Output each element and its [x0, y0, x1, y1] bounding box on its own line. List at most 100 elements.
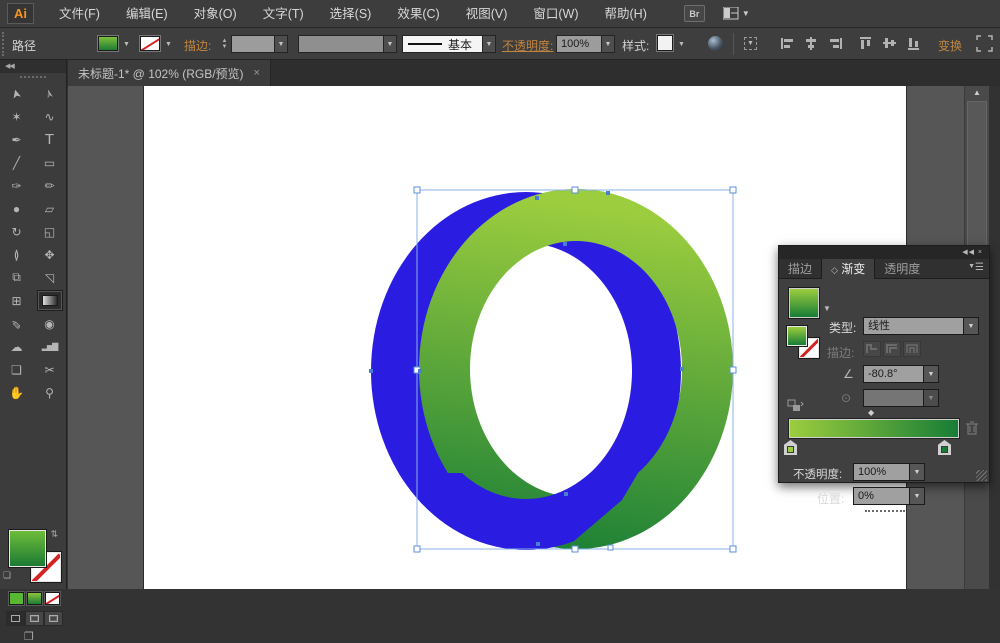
gradient-midpoint-marker[interactable]: ◆ — [868, 408, 874, 417]
fill-color-swatch[interactable] — [98, 36, 118, 51]
bridge-button[interactable]: Br — [684, 5, 705, 22]
workspace-switcher-button[interactable]: ▼ — [723, 7, 750, 20]
gradient-stop-light[interactable] — [784, 440, 797, 455]
stroke-weight-input[interactable] — [231, 35, 275, 53]
mesh-tool[interactable]: ⊞ — [4, 290, 30, 311]
gradient-panel[interactable]: ◀◀ × 描边 ◇ 渐变 透明度 ▼☰ ▼ 类型: 线性 ▼ 描边: ∠ -80… — [778, 245, 990, 483]
align-center-vertical-icon[interactable] — [882, 36, 897, 51]
menu-help[interactable]: 帮助(H) — [592, 0, 660, 28]
stroke-gradient-along-button[interactable] — [883, 341, 901, 357]
type-tool[interactable]: T — [37, 129, 63, 150]
menu-object[interactable]: 对象(O) — [181, 0, 250, 28]
default-fill-stroke-icon[interactable]: ❏ — [3, 570, 11, 581]
draw-inside-button[interactable] — [44, 611, 63, 626]
blob-brush-tool[interactable]: ● — [4, 198, 30, 219]
width-tool[interactable]: ≬ — [4, 244, 30, 265]
menu-edit[interactable]: 编辑(E) — [113, 0, 181, 28]
stroke-weight-label[interactable]: 描边: — [184, 37, 211, 54]
paintbrush-tool[interactable]: ✑ — [4, 175, 30, 196]
symbol-sprayer-tool[interactable]: ☁ — [4, 336, 30, 357]
tab-stroke[interactable]: 描边 — [779, 259, 821, 278]
menu-select[interactable]: 选择(S) — [317, 0, 385, 28]
tab-gradient[interactable]: ◇ 渐变 — [821, 259, 875, 279]
swap-fill-stroke-icon[interactable]: ⇄ — [48, 530, 59, 538]
chevron-down-icon[interactable]: ▼ — [823, 304, 831, 313]
panel-grip[interactable] — [20, 76, 46, 80]
stroke-weight-dropdown[interactable]: ▼ — [275, 35, 288, 53]
magic-wand-tool[interactable]: ✶ — [4, 106, 30, 127]
draw-normal-button[interactable] — [6, 611, 25, 626]
lasso-tool[interactable]: ∿ — [37, 106, 63, 127]
perspective-grid-tool[interactable]: ◹ — [37, 267, 63, 288]
stroke-color-swatch[interactable] — [140, 36, 160, 51]
panel-grip[interactable] — [2, 32, 5, 56]
menu-effect[interactable]: 效果(C) — [384, 0, 452, 28]
rotate-tool[interactable]: ↻ — [4, 221, 30, 242]
panel-header[interactable]: ◀◀ × — [779, 246, 989, 259]
gradient-type-select[interactable]: 线性 — [863, 317, 964, 335]
direct-selection-tool[interactable]: ➢ — [37, 83, 63, 104]
menu-window[interactable]: 窗口(W) — [520, 0, 591, 28]
slice-tool[interactable]: ✂ — [37, 359, 63, 380]
opacity-label[interactable]: 不透明度: — [502, 37, 553, 54]
menu-type[interactable]: 文字(T) — [250, 0, 317, 28]
gradient-slider-bar[interactable] — [789, 419, 959, 438]
transform-label[interactable]: 变换 — [938, 37, 962, 54]
scale-tool[interactable]: ◱ — [37, 221, 63, 242]
none-button[interactable] — [45, 592, 60, 605]
gradient-tool[interactable] — [37, 290, 63, 311]
tab-transparency[interactable]: 透明度 — [875, 259, 929, 278]
chevron-down-icon[interactable]: ▼ — [165, 41, 172, 48]
screen-mode-button[interactable]: ❐ — [24, 630, 34, 643]
selection-tool[interactable]: ➤ — [4, 83, 30, 104]
free-transform-tool[interactable]: ✥ — [37, 244, 63, 265]
gradient-stop-dark[interactable] — [938, 440, 951, 455]
eyedropper-tool[interactable]: ✎ — [4, 313, 30, 334]
stop-opacity-input[interactable]: 100% — [853, 463, 910, 481]
location-input[interactable]: 0% — [853, 487, 910, 505]
stop-opacity-dropdown[interactable]: ▼ — [910, 463, 925, 481]
menu-view[interactable]: 视图(V) — [453, 0, 521, 28]
pencil-tool[interactable]: ✏ — [37, 175, 63, 196]
eraser-tool[interactable]: ▱ — [37, 198, 63, 219]
stroke-gradient-within-button[interactable] — [863, 341, 881, 357]
chevron-down-icon[interactable]: ▼ — [123, 41, 130, 48]
menu-file[interactable]: 文件(F) — [46, 0, 113, 28]
angle-input[interactable]: -80.8° — [863, 365, 924, 383]
brush-definition-select[interactable]: 基本 — [402, 35, 483, 53]
panel-menu-icon[interactable]: ▼☰ — [968, 262, 984, 273]
gradient-button[interactable] — [27, 592, 42, 605]
panel-grip[interactable] — [865, 510, 905, 513]
constrain-proportions-icon[interactable] — [976, 35, 993, 52]
reverse-gradient-icon[interactable] — [787, 399, 804, 413]
chevron-down-icon[interactable]: ▼ — [678, 41, 685, 48]
profile-dropdown[interactable]: ▼ — [384, 35, 397, 53]
stroke-gradient-across-button[interactable] — [903, 341, 921, 357]
panel-resize-handle[interactable] — [976, 470, 987, 481]
draw-behind-button[interactable] — [25, 611, 44, 626]
align-options-dropdown[interactable]: ▼ — [744, 37, 757, 50]
align-center-horizontal-icon[interactable] — [804, 36, 819, 51]
scroll-up-arrow[interactable]: ▲ — [965, 88, 989, 97]
location-dropdown[interactable]: ▼ — [910, 487, 925, 505]
line-segment-tool[interactable]: ╱ — [4, 152, 30, 173]
graphic-style-swatch[interactable] — [657, 35, 673, 51]
rectangle-tool[interactable]: ▭ — [37, 152, 63, 173]
type-dropdown[interactable]: ▼ — [964, 317, 979, 335]
document-tab[interactable]: 未标题-1* @ 102% (RGB/预览) × — [68, 60, 271, 86]
close-icon[interactable]: × — [254, 67, 260, 79]
pen-tool[interactable]: ✒ — [4, 129, 30, 150]
align-top-icon[interactable] — [858, 36, 873, 51]
angle-dropdown[interactable]: ▼ — [924, 365, 939, 383]
hand-tool[interactable]: ✋ — [4, 382, 30, 403]
brush-dropdown[interactable]: ▼ — [483, 35, 496, 53]
fill-color-proxy[interactable] — [9, 530, 46, 567]
align-right-icon[interactable] — [828, 36, 843, 51]
gradient-fill-swatch[interactable] — [789, 288, 819, 318]
opacity-dropdown[interactable]: ▼ — [602, 35, 615, 53]
fill-proxy[interactable] — [787, 326, 807, 346]
align-left-icon[interactable] — [780, 36, 795, 51]
artboard-tool[interactable]: ❏ — [4, 359, 30, 380]
zoom-tool[interactable]: ⚲ — [37, 382, 63, 403]
blend-tool[interactable]: ◉ — [37, 313, 63, 334]
